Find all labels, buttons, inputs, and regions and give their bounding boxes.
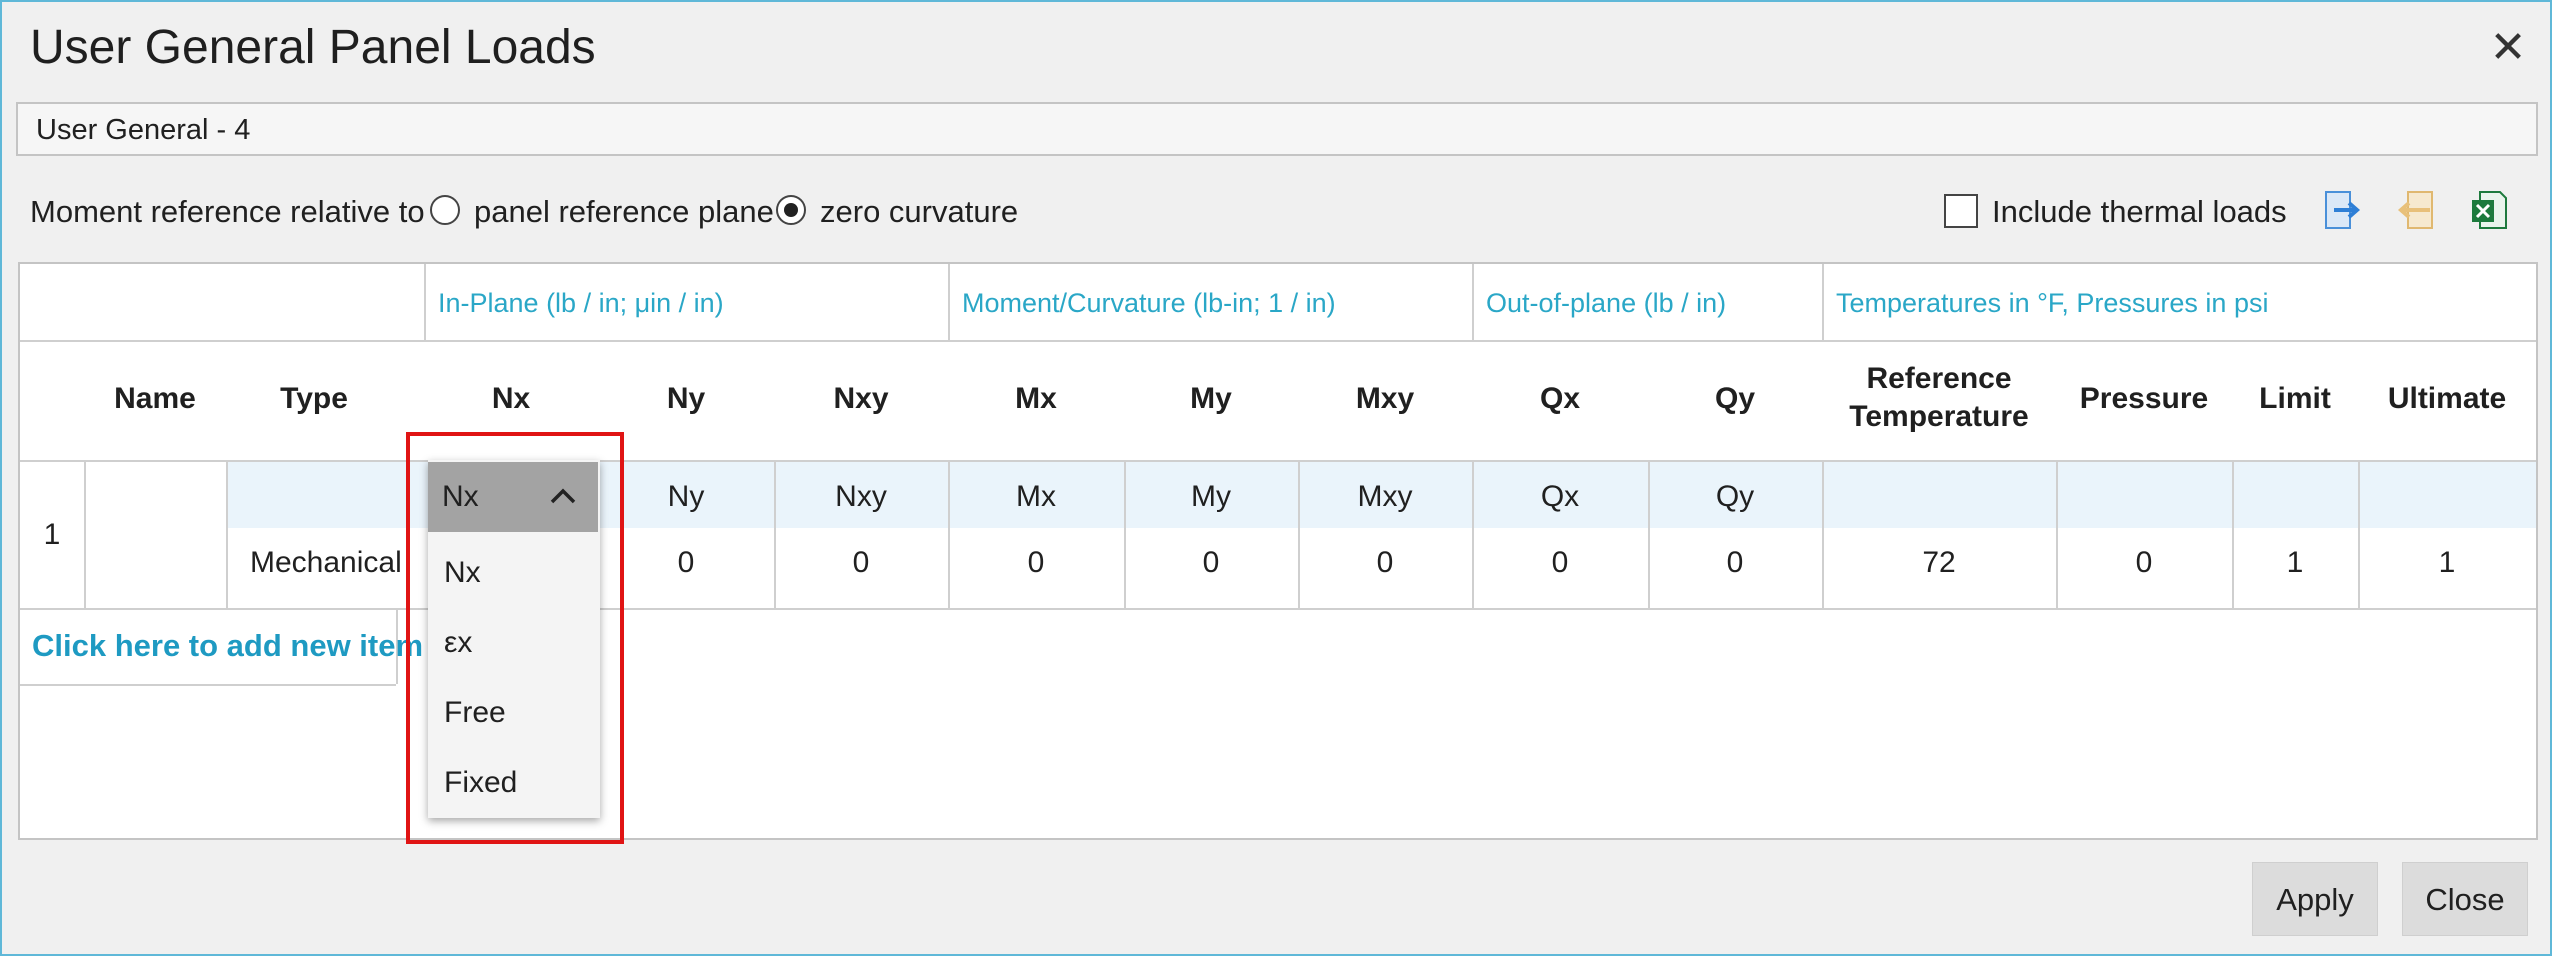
value-cell-nxy[interactable]: 0: [774, 546, 948, 580]
excel-icon[interactable]: [2468, 188, 2512, 232]
value-cell-limit[interactable]: 1: [2232, 546, 2358, 580]
mode-cell-nxy[interactable]: Nxy: [774, 480, 948, 514]
mode-cell-mxy[interactable]: Mxy: [1298, 480, 1472, 514]
value-cell-mx[interactable]: 0: [948, 546, 1124, 580]
close-button[interactable]: Close: [2402, 862, 2528, 936]
value-cell-ultimate[interactable]: 1: [2358, 546, 2536, 580]
import-icon[interactable]: [2394, 188, 2438, 232]
include-thermal-checkbox[interactable]: [1944, 194, 1978, 228]
col-header-name[interactable]: Name: [84, 380, 226, 418]
close-icon[interactable]: ✕: [2486, 24, 2530, 72]
radio-zero-curvature-label: zero curvature: [820, 194, 1019, 229]
row-type-cell[interactable]: Mechanical: [226, 546, 430, 580]
mode-cell-mx[interactable]: Mx: [948, 480, 1124, 514]
col-header-type[interactable]: Type: [226, 380, 402, 418]
col-header-nx[interactable]: Nx: [424, 380, 598, 418]
value-cell-reference-temperature[interactable]: 72: [1822, 546, 2056, 580]
loads-grid: In-Plane (lb / in; μin / in) Moment/Curv…: [18, 262, 2538, 840]
group-header-in-plane: In-Plane (lb / in; μin / in): [438, 288, 724, 318]
mode-cell-ny[interactable]: Ny: [598, 480, 774, 514]
col-header-mx[interactable]: Mx: [948, 380, 1124, 418]
export-icon[interactable]: [2320, 188, 2364, 232]
include-thermal-label: Include thermal loads: [1992, 194, 2287, 229]
value-cell-qy[interactable]: 0: [1648, 546, 1822, 580]
load-set-name-field[interactable]: User General - 4: [16, 102, 2538, 156]
value-cell-my[interactable]: 0: [1124, 546, 1298, 580]
value-cell-qx[interactable]: 0: [1472, 546, 1648, 580]
col-header-qy[interactable]: Qy: [1648, 380, 1822, 418]
col-header-ultimate[interactable]: Ultimate: [2358, 380, 2536, 418]
col-header-qx[interactable]: Qx: [1472, 380, 1648, 418]
highlight-annotation: [406, 432, 624, 844]
mode-cell-qy[interactable]: Qy: [1648, 480, 1822, 514]
group-header-moment: Moment/Curvature (lb-in; 1 / in): [962, 288, 1336, 318]
moment-reference-label: Moment reference relative to: [30, 194, 425, 229]
mode-cell-my[interactable]: My: [1124, 480, 1298, 514]
col-header-my[interactable]: My: [1124, 380, 1298, 418]
value-cell-ny[interactable]: 0: [598, 546, 774, 580]
add-new-item-link[interactable]: Click here to add new item: [32, 628, 423, 664]
col-header-limit[interactable]: Limit: [2232, 380, 2358, 418]
row-index[interactable]: 1: [20, 518, 84, 552]
group-header-temperatures: Temperatures in °F, Pressures in psi: [1836, 288, 2269, 318]
col-header-mxy[interactable]: Mxy: [1298, 380, 1472, 418]
col-header-reference-line1: Reference: [1866, 362, 2012, 395]
mode-cell-qx[interactable]: Qx: [1472, 480, 1648, 514]
dialog-title: User General Panel Loads: [30, 21, 596, 74]
col-header-nxy[interactable]: Nxy: [774, 380, 948, 418]
radio-panel-reference-plane[interactable]: [430, 195, 460, 225]
panel-loads-dialog: User General Panel Loads ✕ User General …: [0, 0, 2552, 956]
value-cell-pressure[interactable]: 0: [2056, 546, 2232, 580]
col-header-reference-temperature[interactable]: Reference Temperature: [1822, 360, 2056, 436]
value-cell-mxy[interactable]: 0: [1298, 546, 1472, 580]
radio-zero-curvature[interactable]: [776, 195, 806, 225]
col-header-ny[interactable]: Ny: [598, 380, 774, 418]
group-header-out-of-plane: Out-of-plane (lb / in): [1486, 288, 1727, 318]
row-name-cell[interactable]: [86, 462, 226, 608]
apply-button[interactable]: Apply: [2252, 862, 2378, 936]
col-header-pressure[interactable]: Pressure: [2056, 380, 2232, 418]
radio-panel-reference-plane-label: panel reference plane: [474, 194, 774, 229]
col-header-reference-line2: Temperature: [1849, 400, 2029, 433]
